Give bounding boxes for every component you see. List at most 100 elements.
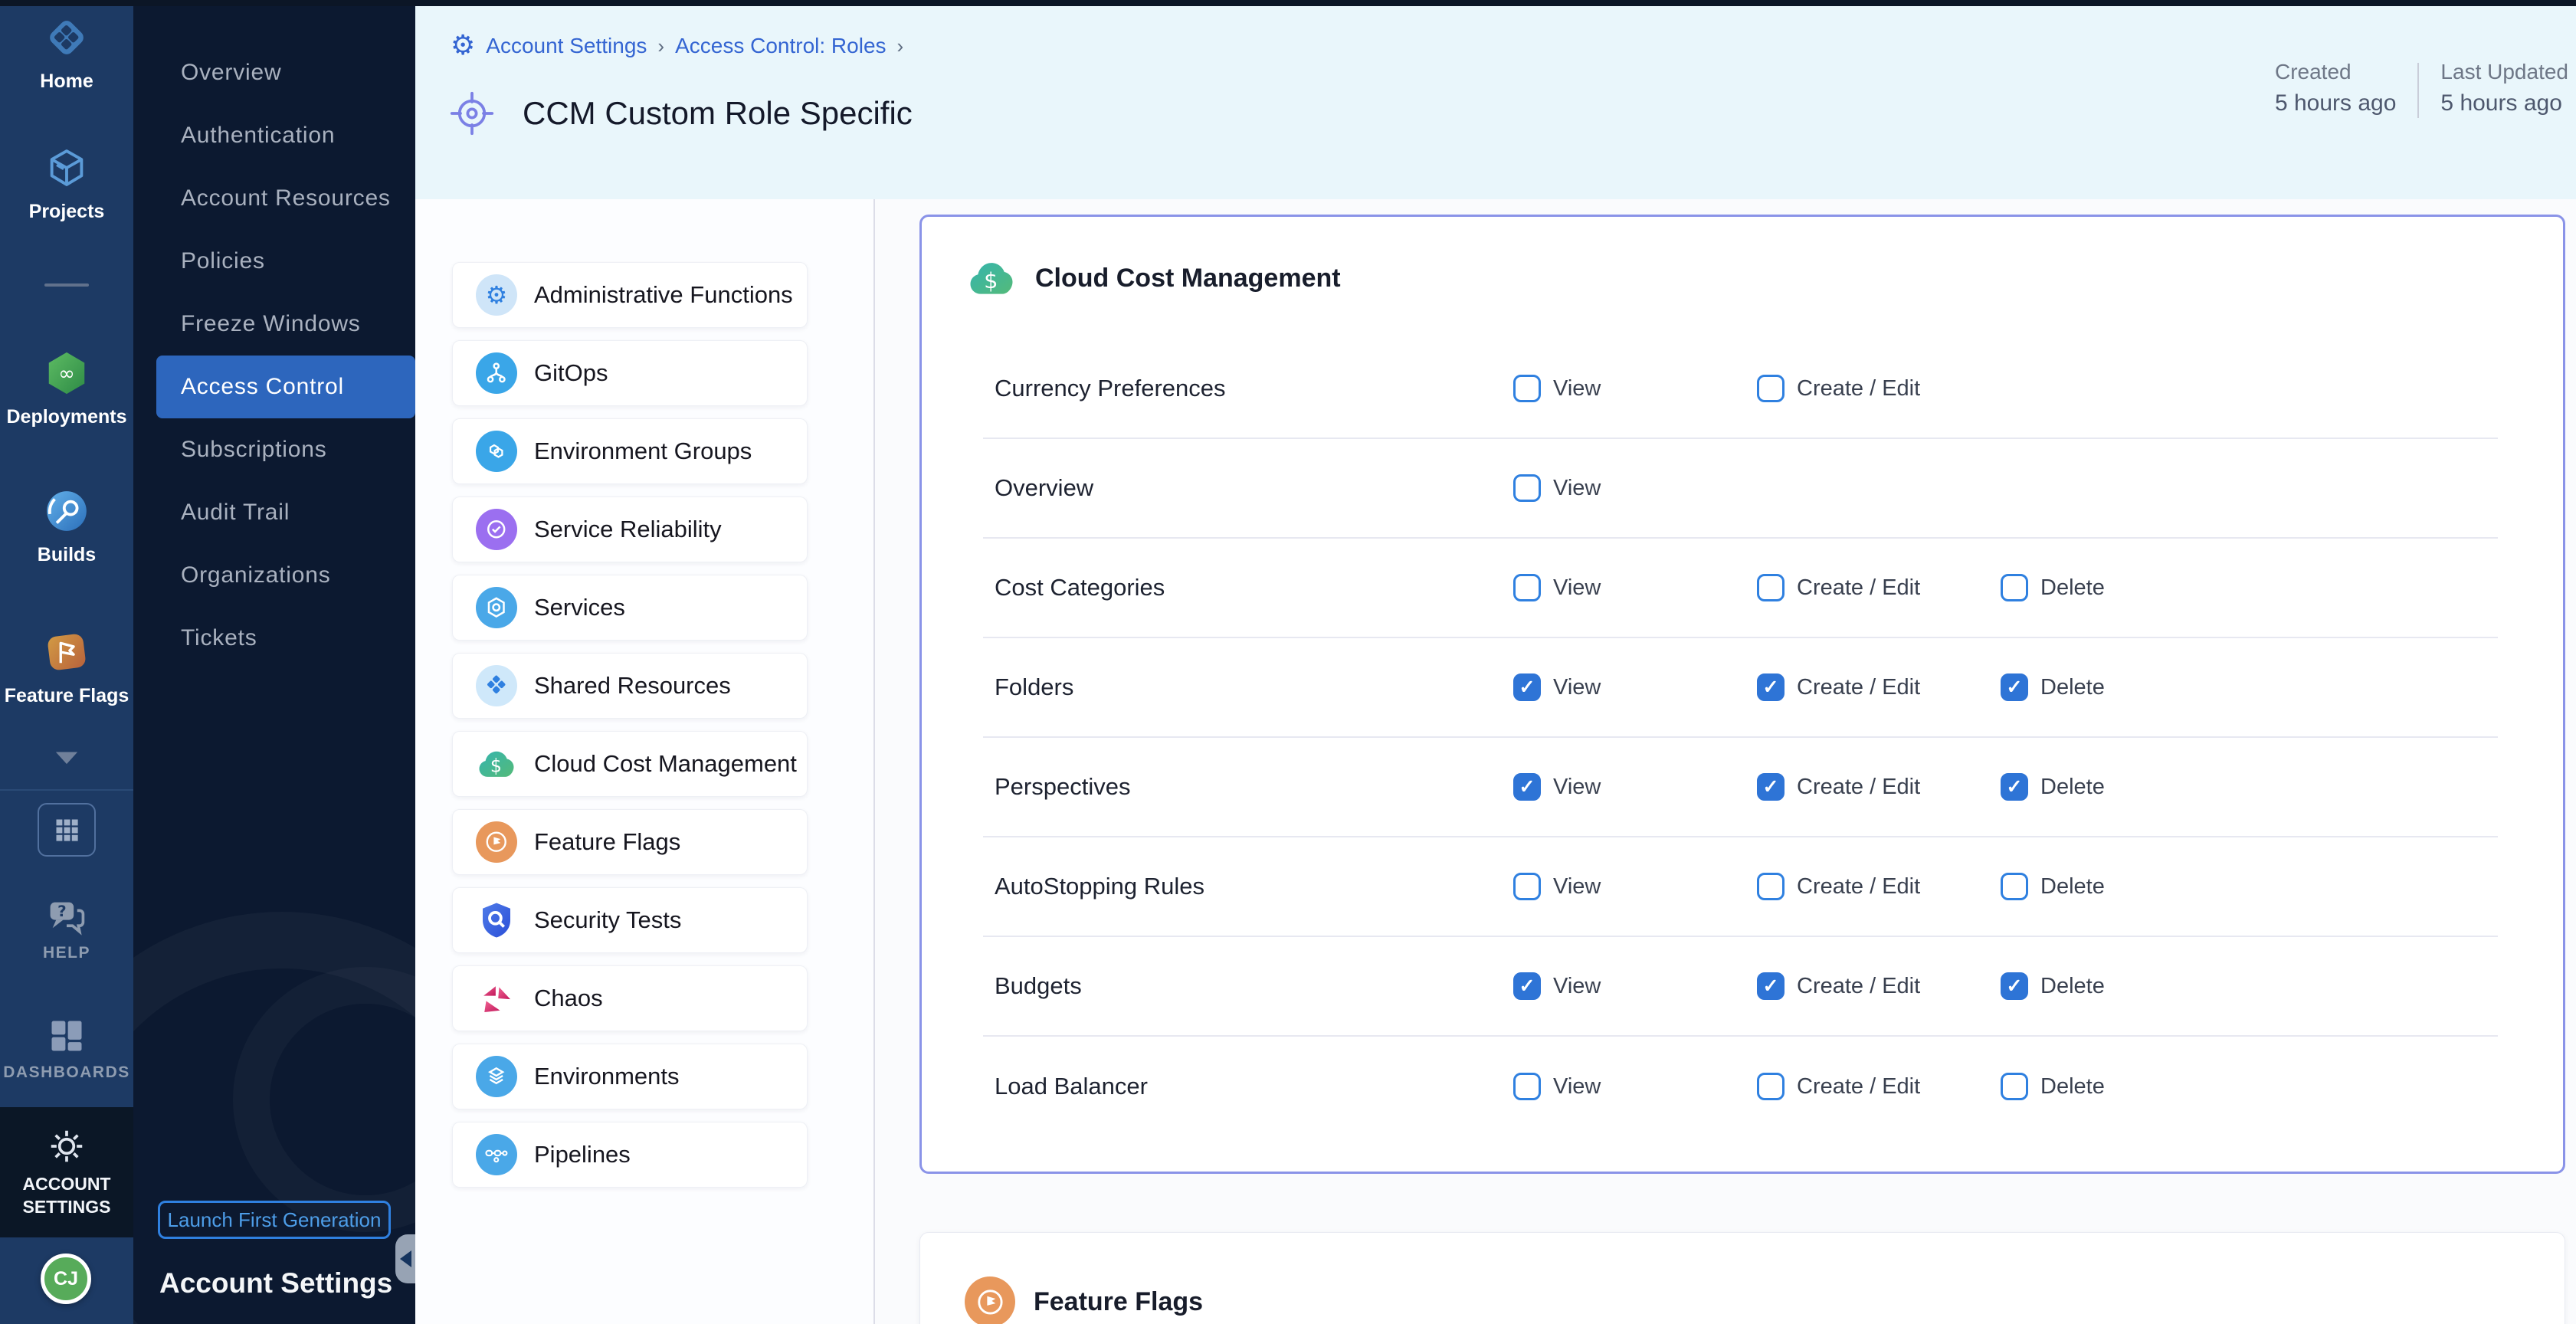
launch-first-generation-button[interactable]: Launch First Generation (158, 1201, 391, 1239)
module-item-projects[interactable]: Projects (0, 144, 133, 223)
checkbox-box (2001, 773, 2028, 801)
created-value: 5 hours ago (2275, 90, 2396, 116)
module-item-deployments[interactable]: ∞ Deployments (0, 349, 133, 428)
resource-label: Environment Groups (534, 438, 752, 465)
checkbox-autostopping-rules-delete[interactable]: Delete (2001, 873, 2244, 900)
resource-icon: ⚙ (476, 274, 517, 316)
sidebar-item-subscriptions[interactable]: Subscriptions (133, 418, 415, 481)
sidebar-item-overview[interactable]: Overview (133, 41, 415, 104)
help-button[interactable]: ? HELP (0, 896, 133, 962)
checkbox-load-balancer-delete[interactable]: Delete (2001, 1073, 2244, 1100)
checkbox-perspectives-view[interactable]: View (1513, 773, 1757, 801)
checkbox-budgets-view[interactable]: View (1513, 972, 1757, 1000)
module-label: Home (40, 70, 93, 93)
sidebar-item-audit-trail[interactable]: Audit Trail (133, 481, 415, 544)
module-grid-button[interactable] (38, 803, 96, 857)
breadcrumb-separator: › (657, 34, 664, 58)
checkbox-autostopping-rules-view[interactable]: View (1513, 873, 1757, 900)
checkbox-label: View (1553, 1074, 1601, 1100)
resource-icon (476, 978, 517, 1019)
sidebar-item-account-resources[interactable]: Account Resources (133, 167, 415, 230)
module-icon-slot (43, 144, 90, 192)
checkbox-perspectives-delete[interactable]: Delete (2001, 773, 2244, 801)
module-icon-slot (43, 14, 90, 61)
resource-label: Services (534, 594, 625, 621)
user-avatar[interactable]: CJ (41, 1254, 91, 1304)
permission-row-label: Overview (983, 474, 1513, 502)
checkbox-folders-create-edit[interactable]: Create / Edit (1757, 673, 2001, 701)
admin-functions-icon: ⚙ (476, 274, 517, 316)
checkbox-box (1513, 773, 1541, 801)
sidebar-item-policies[interactable]: Policies (133, 230, 415, 293)
resource-card-gitops[interactable]: GitOps (452, 340, 808, 406)
permission-slots: View Create / Edit Delete (1513, 773, 2244, 801)
resource-label: Service Reliability (534, 516, 722, 543)
checkbox-label: View (1553, 675, 1601, 700)
resource-card-service-reliability[interactable]: Service Reliability (452, 496, 808, 562)
cloud-cost-icon: $ (966, 253, 1017, 303)
checkbox-currency-preferences-view[interactable]: View (1513, 375, 1757, 402)
resource-card-pipelines[interactable]: Pipelines (452, 1122, 808, 1188)
permission-rows: Currency Preferences View Create / Edit … (922, 339, 2563, 1136)
resource-card-services[interactable]: Services (452, 575, 808, 641)
environments-icon (476, 1056, 517, 1097)
checkbox-autostopping-rules-create-edit[interactable]: Create / Edit (1757, 873, 2001, 900)
feature-flags-icon (476, 821, 517, 863)
service-reliability-icon (476, 509, 517, 550)
checkbox-cost-categories-view[interactable]: View (1513, 574, 1757, 601)
chevron-down-icon[interactable] (54, 749, 80, 768)
checkbox-label: Create / Edit (1797, 376, 1920, 401)
resource-card-shared-resources[interactable]: Shared Resources (452, 653, 808, 719)
sidebar-item-authentication[interactable]: Authentication (133, 104, 415, 167)
checkbox-box (2001, 873, 2028, 900)
resource-icon (476, 431, 517, 472)
module-icon-slot (43, 487, 90, 535)
module-item-feature-flags[interactable]: Feature Flags (0, 628, 133, 707)
checkbox-perspectives-create-edit[interactable]: Create / Edit (1757, 773, 2001, 801)
pipelines-icon (476, 1134, 517, 1175)
checkbox-overview-view[interactable]: View (1513, 474, 1757, 502)
permission-row: Budgets View Create / Edit Delete (983, 937, 2498, 1037)
projects-icon (43, 144, 90, 192)
checkbox-currency-preferences-create-edit[interactable]: Create / Edit (1757, 375, 2001, 402)
checkbox-budgets-create-edit[interactable]: Create / Edit (1757, 972, 2001, 1000)
section-title: Cloud Cost Management (1035, 264, 1341, 293)
breadcrumb-link-account-settings[interactable]: Account Settings (486, 34, 647, 58)
checkbox-box (2001, 673, 2028, 701)
app-root: Home Projects ∞ Deployments Builds Featu… (0, 0, 2576, 1324)
resource-card-administrative-functions[interactable]: ⚙ Administrative Functions (452, 262, 808, 328)
resource-card-security-tests[interactable]: Security Tests (452, 887, 808, 953)
sidebar-item-tickets[interactable]: Tickets (133, 607, 415, 670)
checkbox-folders-delete[interactable]: Delete (2001, 673, 2244, 701)
checkbox-budgets-delete[interactable]: Delete (2001, 972, 2244, 1000)
checkbox-box (1757, 1073, 1785, 1100)
checkbox-folders-view[interactable]: View (1513, 673, 1757, 701)
module-item-home[interactable]: Home (0, 14, 133, 93)
dashboards-icon (47, 1016, 87, 1056)
resource-card-chaos[interactable]: Chaos (452, 965, 808, 1031)
checkbox-load-balancer-create-edit[interactable]: Create / Edit (1757, 1073, 2001, 1100)
sidebar-item-freeze-windows[interactable]: Freeze Windows (133, 293, 415, 356)
sidebar-item-organizations[interactable]: Organizations (133, 544, 415, 607)
sidebar-item-access-control[interactable]: Access Control (156, 356, 415, 418)
checkbox-cost-categories-delete[interactable]: Delete (2001, 574, 2244, 601)
module-item-builds[interactable]: Builds (0, 487, 133, 566)
module-separator (0, 789, 133, 791)
checkbox-load-balancer-view[interactable]: View (1513, 1073, 1757, 1100)
dashboards-button[interactable]: DASHBOARDS (0, 1016, 133, 1082)
breadcrumb-link-access-control-roles[interactable]: Access Control: Roles (675, 34, 886, 58)
resource-card-environment-groups[interactable]: Environment Groups (452, 418, 808, 484)
checkbox-cost-categories-create-edit[interactable]: Create / Edit (1757, 574, 2001, 601)
module-sidebar: Home Projects ∞ Deployments Builds Featu… (0, 6, 133, 1324)
gitops-icon (476, 352, 517, 394)
checkbox-label: View (1553, 376, 1601, 401)
collapse-nav-button[interactable] (395, 1234, 415, 1283)
permission-slots: View Create / Edit (1513, 375, 2244, 402)
account-settings-label: ACCOUNTSETTINGS (22, 1173, 110, 1219)
resource-card-environments[interactable]: Environments (452, 1044, 808, 1109)
resource-card-feature-flags[interactable]: Feature Flags (452, 809, 808, 875)
account-settings-button[interactable]: ACCOUNTSETTINGS (0, 1107, 133, 1237)
resource-card-cloud-cost-management[interactable]: $ Cloud Cost Management (452, 731, 808, 797)
permission-row: Folders View Create / Edit Delete (983, 638, 2498, 738)
svg-text:∞: ∞ (58, 362, 75, 385)
